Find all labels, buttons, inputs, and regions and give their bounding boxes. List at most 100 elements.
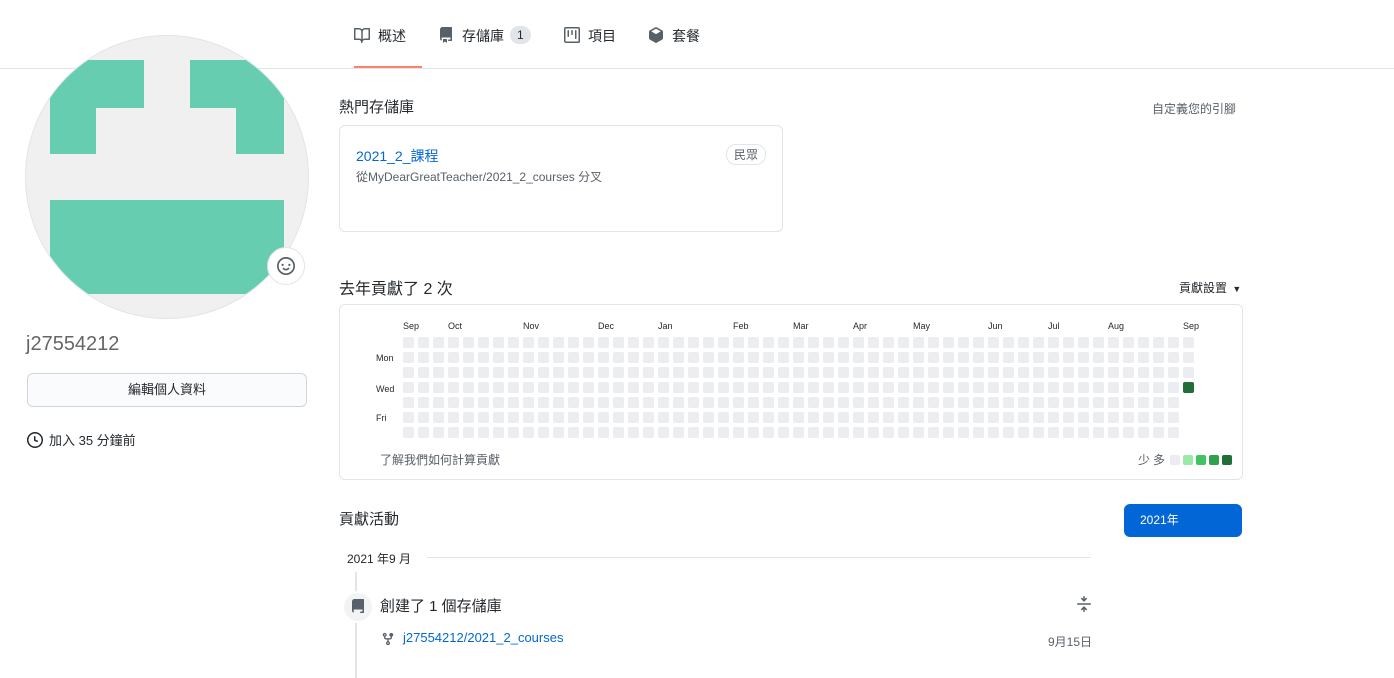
calendar-day[interactable] bbox=[493, 352, 504, 363]
calendar-day[interactable] bbox=[703, 412, 714, 423]
calendar-day[interactable] bbox=[1048, 412, 1059, 423]
calendar-day[interactable] bbox=[1018, 382, 1029, 393]
calendar-day[interactable] bbox=[1063, 397, 1074, 408]
calendar-day[interactable] bbox=[1183, 352, 1194, 363]
calendar-day[interactable] bbox=[1123, 412, 1134, 423]
calendar-day[interactable] bbox=[898, 412, 909, 423]
calendar-day[interactable] bbox=[538, 397, 549, 408]
calendar-day[interactable] bbox=[523, 352, 534, 363]
calendar-day[interactable] bbox=[538, 427, 549, 438]
calendar-day[interactable] bbox=[673, 427, 684, 438]
calendar-day[interactable] bbox=[853, 397, 864, 408]
calendar-day[interactable] bbox=[763, 412, 774, 423]
calendar-day[interactable] bbox=[838, 382, 849, 393]
calendar-day[interactable] bbox=[943, 382, 954, 393]
calendar-day[interactable] bbox=[523, 382, 534, 393]
calendar-day[interactable] bbox=[658, 427, 669, 438]
calendar-day[interactable] bbox=[1063, 382, 1074, 393]
calendar-day[interactable] bbox=[988, 397, 999, 408]
calendar-day[interactable] bbox=[913, 367, 924, 378]
calendar-day[interactable] bbox=[748, 352, 759, 363]
calendar-day[interactable] bbox=[1003, 367, 1014, 378]
calendar-day[interactable] bbox=[778, 382, 789, 393]
calendar-day[interactable] bbox=[823, 412, 834, 423]
calendar-day[interactable] bbox=[1108, 367, 1119, 378]
calendar-day[interactable] bbox=[448, 382, 459, 393]
calendar-day[interactable] bbox=[1018, 397, 1029, 408]
calendar-day[interactable] bbox=[1123, 382, 1134, 393]
calendar-day[interactable] bbox=[418, 352, 429, 363]
calendar-day[interactable] bbox=[1018, 352, 1029, 363]
calendar-day[interactable] bbox=[673, 397, 684, 408]
calendar-day[interactable] bbox=[868, 427, 879, 438]
calendar-day[interactable] bbox=[553, 427, 564, 438]
calendar-day[interactable] bbox=[943, 352, 954, 363]
calendar-day[interactable] bbox=[853, 337, 864, 348]
calendar-day[interactable] bbox=[463, 367, 474, 378]
calendar-day[interactable] bbox=[568, 367, 579, 378]
calendar-day[interactable] bbox=[1018, 427, 1029, 438]
calendar-day[interactable] bbox=[928, 337, 939, 348]
calendar-day[interactable] bbox=[508, 352, 519, 363]
calendar-day[interactable] bbox=[883, 427, 894, 438]
calendar-day[interactable] bbox=[943, 427, 954, 438]
calendar-day[interactable] bbox=[523, 412, 534, 423]
calendar-day[interactable] bbox=[508, 397, 519, 408]
calendar-day[interactable] bbox=[1153, 337, 1164, 348]
calendar-day[interactable] bbox=[538, 352, 549, 363]
calendar-day[interactable] bbox=[703, 367, 714, 378]
calendar-day[interactable] bbox=[718, 367, 729, 378]
collapse-icon[interactable] bbox=[1076, 596, 1092, 617]
calendar-day[interactable] bbox=[418, 367, 429, 378]
calendar-day[interactable] bbox=[673, 352, 684, 363]
calendar-day[interactable] bbox=[688, 367, 699, 378]
calendar-day[interactable] bbox=[898, 337, 909, 348]
calendar-day[interactable] bbox=[913, 382, 924, 393]
calendar-day[interactable] bbox=[673, 367, 684, 378]
calendar-day[interactable] bbox=[1078, 397, 1089, 408]
calendar-day[interactable] bbox=[988, 382, 999, 393]
calendar-day[interactable] bbox=[433, 397, 444, 408]
calendar-day[interactable] bbox=[853, 427, 864, 438]
calendar-day[interactable] bbox=[718, 427, 729, 438]
calendar-day[interactable] bbox=[493, 412, 504, 423]
calendar-day[interactable] bbox=[583, 427, 594, 438]
calendar-day[interactable] bbox=[823, 397, 834, 408]
calendar-day[interactable] bbox=[718, 397, 729, 408]
calendar-day[interactable] bbox=[1168, 427, 1179, 438]
calendar-day[interactable] bbox=[1123, 367, 1134, 378]
calendar-day[interactable] bbox=[808, 397, 819, 408]
calendar-day[interactable] bbox=[1048, 352, 1059, 363]
calendar-day[interactable] bbox=[523, 337, 534, 348]
calendar-day[interactable] bbox=[718, 337, 729, 348]
calendar-day[interactable] bbox=[463, 397, 474, 408]
calendar-day[interactable] bbox=[403, 427, 414, 438]
calendar-day[interactable] bbox=[448, 427, 459, 438]
calendar-day[interactable] bbox=[583, 337, 594, 348]
calendar-day[interactable] bbox=[493, 427, 504, 438]
calendar-day[interactable] bbox=[493, 382, 504, 393]
calendar-day[interactable] bbox=[478, 427, 489, 438]
calendar-day[interactable] bbox=[733, 397, 744, 408]
calendar-day[interactable] bbox=[433, 427, 444, 438]
calendar-day[interactable] bbox=[538, 337, 549, 348]
calendar-day[interactable] bbox=[403, 382, 414, 393]
calendar-day[interactable] bbox=[808, 382, 819, 393]
calendar-day[interactable] bbox=[1183, 367, 1194, 378]
calendar-day[interactable] bbox=[703, 427, 714, 438]
calendar-day[interactable] bbox=[658, 397, 669, 408]
calendar-day[interactable] bbox=[928, 382, 939, 393]
calendar-day[interactable] bbox=[883, 367, 894, 378]
calendar-day[interactable] bbox=[523, 367, 534, 378]
calendar-day[interactable] bbox=[478, 397, 489, 408]
calendar-day[interactable] bbox=[793, 412, 804, 423]
calendar-day[interactable] bbox=[403, 352, 414, 363]
calendar-day[interactable] bbox=[1153, 352, 1164, 363]
calendar-day[interactable] bbox=[613, 367, 624, 378]
calendar-day[interactable] bbox=[418, 337, 429, 348]
calendar-day[interactable] bbox=[793, 427, 804, 438]
calendar-day[interactable] bbox=[808, 367, 819, 378]
calendar-day[interactable] bbox=[1108, 427, 1119, 438]
calendar-day[interactable] bbox=[943, 412, 954, 423]
calendar-day[interactable] bbox=[508, 427, 519, 438]
